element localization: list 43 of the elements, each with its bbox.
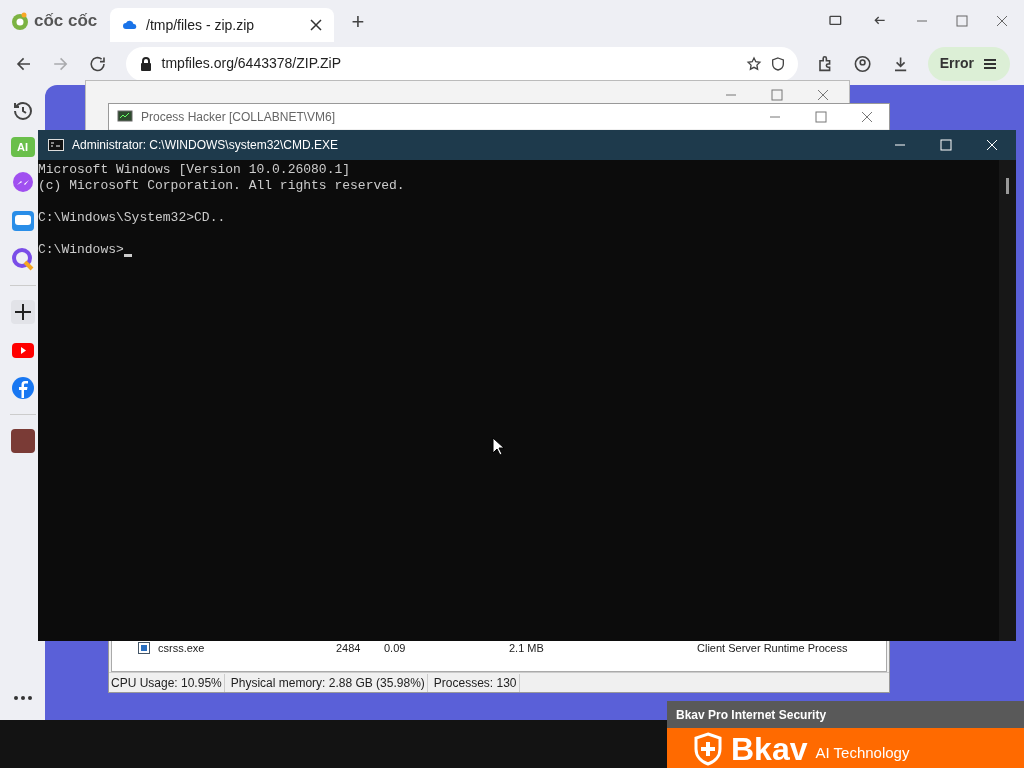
window-title: Administrator: C:\WINDOWS\system32\CMD.EXE [72, 137, 339, 154]
address-bar[interactable]: tmpfiles.org/6443378/ZIP.ZiP [125, 46, 799, 81]
text-cursor [123, 254, 132, 257]
process-row[interactable]: csrss.exe 2484 0.09 2.1 MB Client Server Runtime Process [112, 639, 886, 657]
logo-icon [10, 11, 30, 31]
table-cell-text: 2484 [336, 640, 362, 656]
address-text: tmpfiles.org/6443378/ZIP.ZiP [161, 54, 343, 73]
window-title: Process Hacker [COLLABNET\VM6] [141, 108, 336, 126]
profile-icon[interactable] [853, 53, 873, 74]
close-icon[interactable] [310, 19, 322, 31]
browser-tab[interactable]: /tmp/files - zip.zip [110, 8, 334, 42]
console-icon [48, 139, 64, 151]
browser-brand: cốc cốc [34, 10, 98, 33]
social-f-icon[interactable] [10, 376, 35, 400]
chat-app-icon[interactable] [10, 209, 35, 233]
monitor-icon [117, 108, 133, 125]
bkav-tagline: AI Technology [815, 742, 910, 763]
console-line: C:\Windows\System32>CD.. [38, 210, 226, 226]
table-cell-text: csrss.exe [158, 640, 206, 656]
scrollbar[interactable] [999, 160, 1016, 641]
mouse-pointer-icon [492, 437, 504, 456]
status-item: Physical memory: 2.88 GB (35.98%) [228, 673, 428, 692]
popup-title: Bkav Pro Internet Security [676, 706, 827, 724]
console-line: Microsoft Windows [Version 10.0.26080.1] [38, 162, 351, 178]
tab-title: /tmp/files - zip.zip [146, 15, 256, 35]
table-cell-text: 0.09 [384, 640, 407, 656]
new-tab-button[interactable]: + [342, 6, 374, 38]
q-logo-icon[interactable] [10, 247, 35, 271]
console-line: (c) Microsoft Corporation. All rights reserved. [38, 178, 405, 194]
shield-icon[interactable] [770, 55, 787, 72]
star-icon[interactable] [746, 55, 763, 72]
console-line: C:\Windows> [38, 242, 124, 258]
table-cell-text: Client Server Runtime Process [697, 640, 848, 656]
error-button[interactable]: Error [927, 46, 1010, 81]
table-cell-text: 2.1 MB [509, 640, 545, 656]
add-icon[interactable] [10, 300, 35, 324]
app-icon [138, 642, 150, 654]
shield-plus-icon [693, 732, 723, 766]
status-item: Processes: 130 [431, 673, 520, 692]
chat-bubble-icon[interactable] [10, 171, 35, 195]
status-item: CPU Usage: 10.95% [109, 673, 225, 692]
bkav-brand: Bkav [731, 733, 808, 765]
game-app-icon[interactable] [10, 429, 35, 453]
